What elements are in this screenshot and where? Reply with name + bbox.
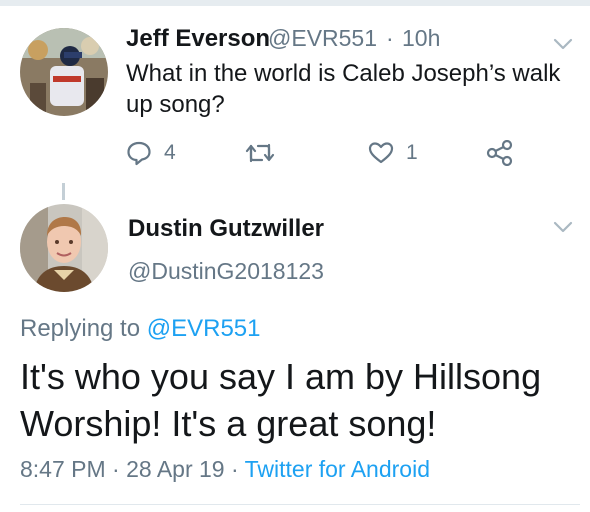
- avatar-jeff-everson[interactable]: [20, 28, 108, 116]
- bottom-divider: [20, 504, 580, 505]
- tweet1-chevron-down-icon[interactable]: [553, 37, 573, 51]
- tweet1-author-handle[interactable]: @EVR551: [268, 25, 377, 52]
- tweet2-meta: 8:47 PM · 28 Apr 19 · Twitter for Androi…: [20, 456, 430, 483]
- tweet2-text: It's who you say I am by Hillsong Worshi…: [20, 356, 542, 444]
- heart-icon: [368, 142, 394, 164]
- tweet2-time: 8:47 PM: [20, 456, 106, 482]
- retweet-button[interactable]: [245, 140, 275, 166]
- tweet1-text: What in the world is Caleb Joseph’s walk…: [126, 60, 561, 118]
- tweet2-author-handle[interactable]: @DustinG2018123: [128, 258, 324, 285]
- share-icon: [486, 140, 513, 166]
- tweet1-separator: ·: [386, 25, 394, 51]
- share-button[interactable]: [486, 140, 514, 166]
- reply-icon: [127, 141, 151, 166]
- avatar-dustin-gutzwiller[interactable]: [20, 204, 108, 292]
- replying-to-handle-link[interactable]: @EVR551: [147, 315, 261, 342]
- meta-separator-2: ·: [230, 456, 239, 482]
- meta-separator-1: ·: [112, 456, 120, 482]
- top-divider: [0, 0, 590, 6]
- like-count: 1: [406, 141, 418, 164]
- replying-to-prefix: Replying to: [20, 315, 141, 342]
- reply-button[interactable]: 4: [126, 140, 176, 166]
- tweet2-author-name[interactable]: Dustin Gutzwiller: [128, 215, 324, 243]
- replying-to-line: Replying to @EVR551: [20, 315, 261, 343]
- tweet1-author-name[interactable]: Jeff Everson: [126, 25, 270, 53]
- tweet2-source-link[interactable]: Twitter for Android: [245, 456, 430, 482]
- tweet2-date: 28 Apr 19: [126, 456, 225, 482]
- like-button[interactable]: 1: [368, 140, 418, 166]
- tweet2-chevron-down-icon[interactable]: [553, 220, 573, 234]
- tweet1-timestamp[interactable]: 10h: [402, 25, 440, 52]
- reply-count: 4: [164, 141, 176, 164]
- thread-connector: [62, 183, 65, 200]
- retweet-icon: [245, 143, 275, 163]
